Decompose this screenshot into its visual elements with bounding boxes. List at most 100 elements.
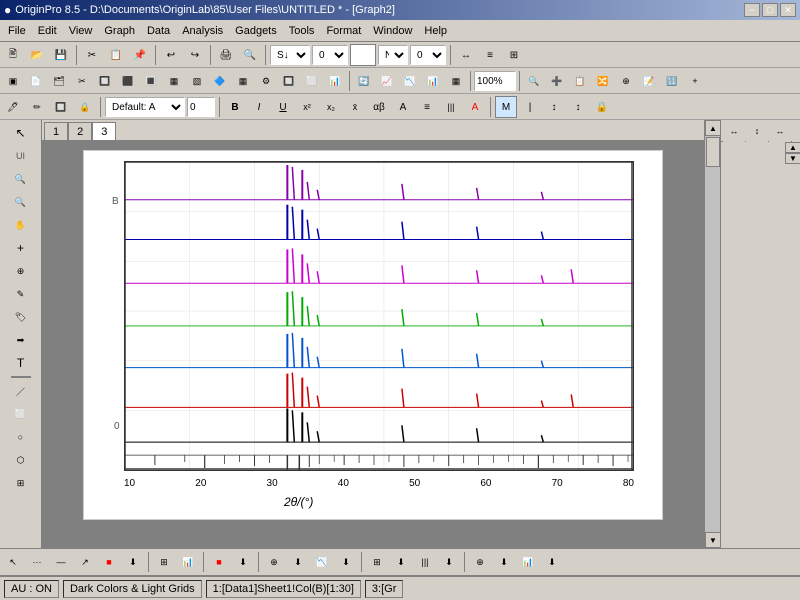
bold-button[interactable]: B <box>224 96 246 118</box>
graph-btn3[interactable]: ⊞ <box>503 44 525 66</box>
subscript-button[interactable]: x₂ <box>320 96 342 118</box>
tb2-btn25[interactable]: ⊕ <box>615 70 637 92</box>
pan-tool[interactable]: ✋ <box>10 214 32 236</box>
bottom-btn19[interactable]: ⊕ <box>469 551 491 573</box>
title-bar-controls[interactable]: − □ ✕ <box>744 3 796 17</box>
menu-gadgets[interactable]: Gadgets <box>229 23 283 39</box>
undo-button[interactable]: ↩ <box>160 44 182 66</box>
open-button[interactable]: 📂 <box>26 44 48 66</box>
tb2-btn13[interactable]: 🔲 <box>278 70 300 92</box>
tb2-btn15[interactable]: 📊 <box>324 70 346 92</box>
tb2-btn27[interactable]: 🔢 <box>661 70 683 92</box>
graph-btn1[interactable]: ↔ <box>455 44 477 66</box>
tb2-btn12[interactable]: ⚙ <box>255 70 277 92</box>
circle-tool[interactable]: ○ <box>10 426 32 448</box>
tb2-btn28[interactable]: + <box>684 70 706 92</box>
bottom-btn5[interactable]: ■ <box>98 551 120 573</box>
strikethrough-button[interactable]: x̄ <box>344 96 366 118</box>
bottom-btn9[interactable]: ■ <box>208 551 230 573</box>
save-button[interactable]: 💾 <box>50 44 72 66</box>
tb2-btn26[interactable]: 📝 <box>638 70 660 92</box>
tb2-btn23[interactable]: 📋 <box>569 70 591 92</box>
tb2-btn18[interactable]: 📉 <box>399 70 421 92</box>
italic-button[interactable]: I <box>248 96 270 118</box>
bottom-btn12[interactable]: ⬇ <box>287 551 309 573</box>
greek-button[interactable]: αβ <box>368 96 390 118</box>
bottom-btn15[interactable]: ⊞ <box>366 551 388 573</box>
right-btn4[interactable]: ↕ <box>792 120 800 142</box>
menu-tools[interactable]: Tools <box>283 23 321 39</box>
lock-btn[interactable]: 🔒 <box>591 96 613 118</box>
text-btn3[interactable]: 🔲 <box>50 96 72 118</box>
tab-1[interactable]: 1 <box>44 122 68 140</box>
scroll-down-button[interactable]: ▼ <box>705 532 720 548</box>
caps-button[interactable]: A <box>392 96 414 118</box>
cut-button[interactable]: ✂ <box>81 44 103 66</box>
menu-analysis[interactable]: Analysis <box>176 23 229 39</box>
zoom-button[interactable]: 🔍 <box>239 44 261 66</box>
tb2-btn16[interactable]: 🔄 <box>353 70 375 92</box>
maximize-button[interactable]: □ <box>762 3 778 17</box>
cursor-mode-btn[interactable]: M <box>495 96 517 118</box>
bottom-btn3[interactable]: — <box>50 551 72 573</box>
tb2-btn14[interactable]: ⬜ <box>301 70 323 92</box>
zoom-out-tool[interactable]: 🔍 <box>10 191 32 213</box>
line-style-select[interactable]: S↓ <box>270 45 310 65</box>
arrow-tool[interactable]: ➡ <box>10 329 32 351</box>
menu-data[interactable]: Data <box>141 23 176 39</box>
bottom-btn7[interactable]: ⊞ <box>153 551 175 573</box>
text-tool[interactable]: T <box>10 352 32 374</box>
tb2-btn21[interactable]: 🔍 <box>523 70 545 92</box>
poly-tool[interactable]: ⬡ <box>10 449 32 471</box>
tb2-btn3[interactable]: 🗂 <box>48 70 70 92</box>
plot-area[interactable] <box>124 161 634 471</box>
paste-button[interactable]: 📌 <box>129 44 151 66</box>
copy-button[interactable]: 📋 <box>105 44 127 66</box>
tb2-btn24[interactable]: 🔀 <box>592 70 614 92</box>
scroll-track[interactable] <box>705 136 720 532</box>
menu-view[interactable]: View <box>63 23 99 39</box>
special-btn[interactable]: ||| <box>440 96 462 118</box>
flip2-btn[interactable]: ↕ <box>567 96 589 118</box>
tb2-btn9[interactable]: ▧ <box>186 70 208 92</box>
tb2-btn4[interactable]: ✂ <box>71 70 93 92</box>
tb2-btn11[interactable]: ▦ <box>232 70 254 92</box>
bottom-btn21[interactable]: 📊 <box>517 551 539 573</box>
underline-button[interactable]: U <box>272 96 294 118</box>
bottom-btn18[interactable]: ⬇ <box>438 551 460 573</box>
bottom-btn22[interactable]: ⬇ <box>541 551 563 573</box>
menu-graph[interactable]: Graph <box>98 23 141 39</box>
tb2-btn1[interactable]: ▣ <box>2 70 24 92</box>
bottom-btn16[interactable]: ⬇ <box>390 551 412 573</box>
flip-btn[interactable]: ↕ <box>543 96 565 118</box>
data-cursor-tool[interactable]: ⊕ <box>10 260 32 282</box>
menu-help[interactable]: Help <box>418 23 453 39</box>
crosshair-tool[interactable]: + <box>10 237 32 259</box>
tb2-btn6[interactable]: ⬛ <box>117 70 139 92</box>
tb2-btn5[interactable]: 🔲 <box>94 70 116 92</box>
bottom-btn14[interactable]: ⬇ <box>335 551 357 573</box>
font-family-select[interactable]: Default: A <box>105 97 185 117</box>
tb2-btn19[interactable]: 📊 <box>422 70 444 92</box>
tb2-btn20[interactable]: ▦ <box>445 70 467 92</box>
color-box[interactable] <box>350 44 376 66</box>
tab-3[interactable]: 3 <box>92 122 116 140</box>
tb2-btn10[interactable]: 🔷 <box>209 70 231 92</box>
scroll-up-button[interactable]: ▲ <box>705 120 720 136</box>
font-size-input[interactable] <box>187 97 215 117</box>
right-btn2[interactable]: ↕ <box>746 120 768 142</box>
bottom-btn10[interactable]: ⬇ <box>232 551 254 573</box>
tb2-btn22[interactable]: ➕ <box>546 70 568 92</box>
scroll-thumb[interactable] <box>706 137 720 167</box>
line-width-select[interactable]: 0 <box>312 45 348 65</box>
bottom-btn8[interactable]: 📊 <box>177 551 199 573</box>
rotate-btn[interactable]: | <box>519 96 541 118</box>
menu-format[interactable]: Format <box>320 23 367 39</box>
tab-2[interactable]: 2 <box>68 122 92 140</box>
superscript-button[interactable]: x² <box>296 96 318 118</box>
text-btn2[interactable]: ✏ <box>26 96 48 118</box>
zoom-input[interactable] <box>474 71 516 91</box>
right-scroll-down[interactable]: ▼ <box>785 153 800 164</box>
menu-file[interactable]: File <box>2 23 32 39</box>
bottom-btn6[interactable]: ⬇ <box>122 551 144 573</box>
